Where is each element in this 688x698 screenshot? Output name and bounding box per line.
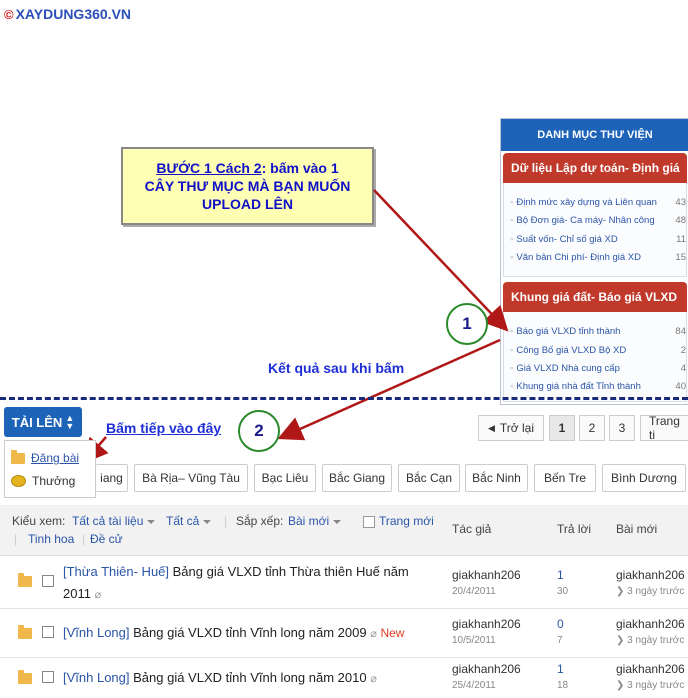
province-tag[interactable]: Bến Tre [534,464,596,492]
view-label: Kiểu xem: [12,514,66,528]
page-3-button[interactable]: 3 [609,415,635,441]
view-count: 7 [557,635,563,646]
folder-icon [18,625,32,639]
attachment-icon: ⌀ [370,673,377,685]
arrow-right-icon: ❯ [616,680,628,691]
last-poster-link[interactable]: giakhanh206 [616,662,685,676]
last-post-column-header: Bài mới [616,522,658,536]
author-link[interactable]: giakhanh206 [452,617,521,631]
prev-label: Trở lại [499,421,534,435]
result-caption: Kết quả sau khi bấm [268,360,405,376]
upload-label: TẢI LÊN [11,414,63,430]
province-tag[interactable]: Bắc Giang [322,464,392,492]
thread-title-link[interactable]: [Vĩnh Long] Bảng giá VLXD tỉnh Vĩnh long… [63,625,404,640]
row-checkbox[interactable] [42,575,54,587]
thread-title-cont[interactable]: 2011 ⌀ [63,586,101,601]
folder-icon [18,573,32,587]
table-row: [Thừa Thiên- Huế] Bảng giá VLXD tỉnh Thừ… [0,556,688,609]
sort-label: Sắp xếp: [236,514,284,528]
province-tag[interactable]: Bình Dương [602,464,686,492]
divider: | [82,532,86,546]
folder-icon [11,449,25,464]
last-poster-link[interactable]: giakhanh206 [616,568,685,582]
menu-item-label: Thưởng [32,474,76,488]
arrow-right-icon: ❯ [616,635,628,646]
page-2-button[interactable]: 2 [579,415,605,441]
menu-item-label: Đăng bài [31,451,80,465]
new-badge: New [380,626,405,640]
arrow-to-category [373,189,509,332]
post-date: 25/4/2011 [452,680,496,691]
row-checkbox[interactable] [42,626,54,638]
province-tag[interactable]: Bắc Cạn [398,464,460,492]
view-count: 30 [557,586,569,597]
reply-column-header: Trả lời [557,522,592,536]
upload-menu: Đăng bài Thưởng [4,440,96,498]
last-post-time: ❯ 3 ngày trước [616,635,685,646]
folder-icon [18,670,32,684]
thread-title-link[interactable]: [Vĩnh Long] Bảng giá VLXD tỉnh Vĩnh long… [63,670,377,685]
author-column-header: Tác giả [452,522,492,536]
checkbox[interactable] [363,515,375,528]
separator-line [0,397,688,400]
table-row: [Vĩnh Long] Bảng giá VLXD tỉnh Vĩnh long… [0,609,688,658]
step-marker-1: 1 [446,303,488,345]
coin-icon [11,475,26,487]
reply-count[interactable]: 1 [557,568,564,582]
reply-count[interactable]: 0 [557,617,564,631]
chevron-down-icon [333,519,342,524]
page-1-button[interactable]: 1 [549,415,575,441]
province-tag[interactable]: Bắc Ninh [465,464,528,492]
chevron-down-icon [147,519,156,524]
attachment-icon: ⌀ [94,589,102,601]
divider: | [14,532,18,546]
province-tag[interactable]: Bạc Liêu [254,464,316,492]
thread-title-link[interactable]: [Thừa Thiên- Huế] Bảng giá VLXD tỉnh Thừ… [63,564,409,579]
last-post-time: ❯ 3 ngày trước [616,680,685,691]
reply-count[interactable]: 1 [557,662,564,676]
best-filter-link[interactable]: Tinh hoa [28,532,74,546]
next-step-caption: Bấm tiếp vào đây [106,420,222,436]
post-date: 10/5/2011 [452,635,496,646]
prev-page-button[interactable]: ◀ Trở lại [478,415,544,441]
post-menu-item[interactable]: Đăng bài [11,449,80,465]
arrow-right-icon: ❯ [616,586,628,597]
last-post-time: ❯ 3 ngày trước [616,586,685,597]
last-poster-link[interactable]: giakhanh206 [616,617,685,631]
province-tag[interactable]: iang [96,464,128,492]
province-tag[interactable]: Bà Rịa– Vũng Tàu [134,464,248,492]
row-checkbox[interactable] [42,671,54,683]
post-date: 20/4/2011 [452,586,496,597]
all-filter-dropdown[interactable]: Tất cả [166,514,212,528]
recommended-filter-link[interactable]: Đề cử [90,532,123,546]
arrow-to-upload [277,338,501,441]
view-filter-dropdown[interactable]: Tất cả tài liệu [72,514,156,528]
chevron-down-icon [203,519,212,524]
divider: | [224,514,228,528]
next-page-button[interactable]: Trang ti [640,415,688,441]
step-marker-2: 2 [238,410,280,452]
chevron-left-icon: ◀ [487,422,495,433]
reward-menu-item[interactable]: Thưởng [11,474,75,488]
table-row: [Vĩnh Long] Bảng giá VLXD tỉnh Vĩnh long… [0,658,688,698]
attachment-icon: ⌀ [370,628,377,640]
view-count: 18 [557,680,569,691]
author-link[interactable]: giakhanh206 [452,568,521,582]
new-page-checkbox[interactable]: Trang mới [363,514,434,528]
filter-bar: Kiểu xem: Tất cả tài liệu Tất cả | Sắp x… [0,505,688,556]
upload-button[interactable]: TẢI LÊN ▲ ▼ [4,407,82,437]
sort-dropdown[interactable]: Bài mới [288,514,342,528]
author-link[interactable]: giakhanh206 [452,662,521,676]
sort-arrows-icon: ▲ ▼ [65,413,75,431]
